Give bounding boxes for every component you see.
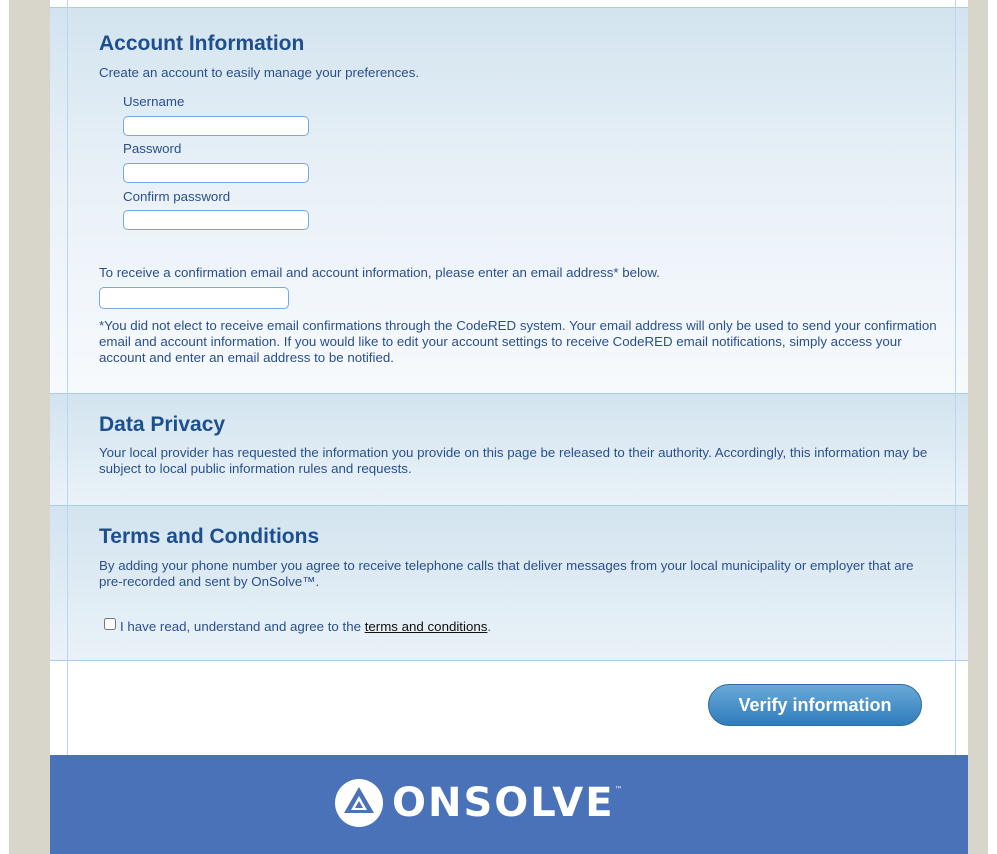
username-input[interactable]	[123, 116, 309, 136]
confirm-password-label: Confirm password	[123, 189, 231, 204]
email-prompt: To receive a confirmation email and acco…	[99, 265, 660, 280]
data-privacy-heading: Data Privacy	[99, 413, 226, 436]
account-information-section: Account Information Create an account to…	[50, 7, 968, 393]
account-information-heading: Account Information	[99, 32, 305, 55]
terms-and-conditions-link[interactable]: terms and conditions	[365, 619, 488, 634]
onsolve-logo-icon	[335, 779, 383, 827]
verify-information-button[interactable]: Verify information	[708, 684, 922, 726]
agree-terms-suffix: .	[487, 619, 492, 634]
trademark-mark: ™	[614, 785, 623, 794]
data-privacy-text: Your local provider has requested the in…	[99, 445, 928, 476]
footer: ONSOLVE ™	[50, 755, 968, 854]
page-background-right	[968, 0, 988, 854]
terms-heading: Terms and Conditions	[99, 525, 320, 548]
agree-terms-checkbox[interactable]	[104, 618, 116, 630]
right-guide-line	[955, 0, 956, 755]
username-label: Username	[123, 94, 185, 109]
account-subtitle: Create an account to easily manage your …	[99, 65, 420, 80]
email-note: *You did not elect to receive email conf…	[99, 318, 937, 365]
left-guide-line	[67, 0, 68, 755]
confirm-password-input[interactable]	[123, 210, 309, 230]
page-background-left	[9, 0, 50, 854]
email-input[interactable]	[99, 287, 289, 309]
registration-page: Account Information Create an account to…	[50, 0, 968, 854]
onsolve-logo: ONSOLVE ™	[334, 777, 623, 829]
terms-text: By adding your phone number you agree to…	[99, 558, 914, 589]
data-privacy-section: Data Privacy Your local provider has req…	[50, 393, 968, 505]
agree-terms-label: I have read, understand and agree to the…	[120, 619, 491, 635]
terms-section: Terms and Conditions By adding your phon…	[50, 505, 968, 660]
onsolve-logo-text: ONSOLVE	[392, 780, 615, 826]
agree-terms-prefix: I have read, understand and agree to the	[120, 619, 365, 634]
password-label: Password	[123, 141, 182, 156]
password-input[interactable]	[123, 163, 309, 183]
